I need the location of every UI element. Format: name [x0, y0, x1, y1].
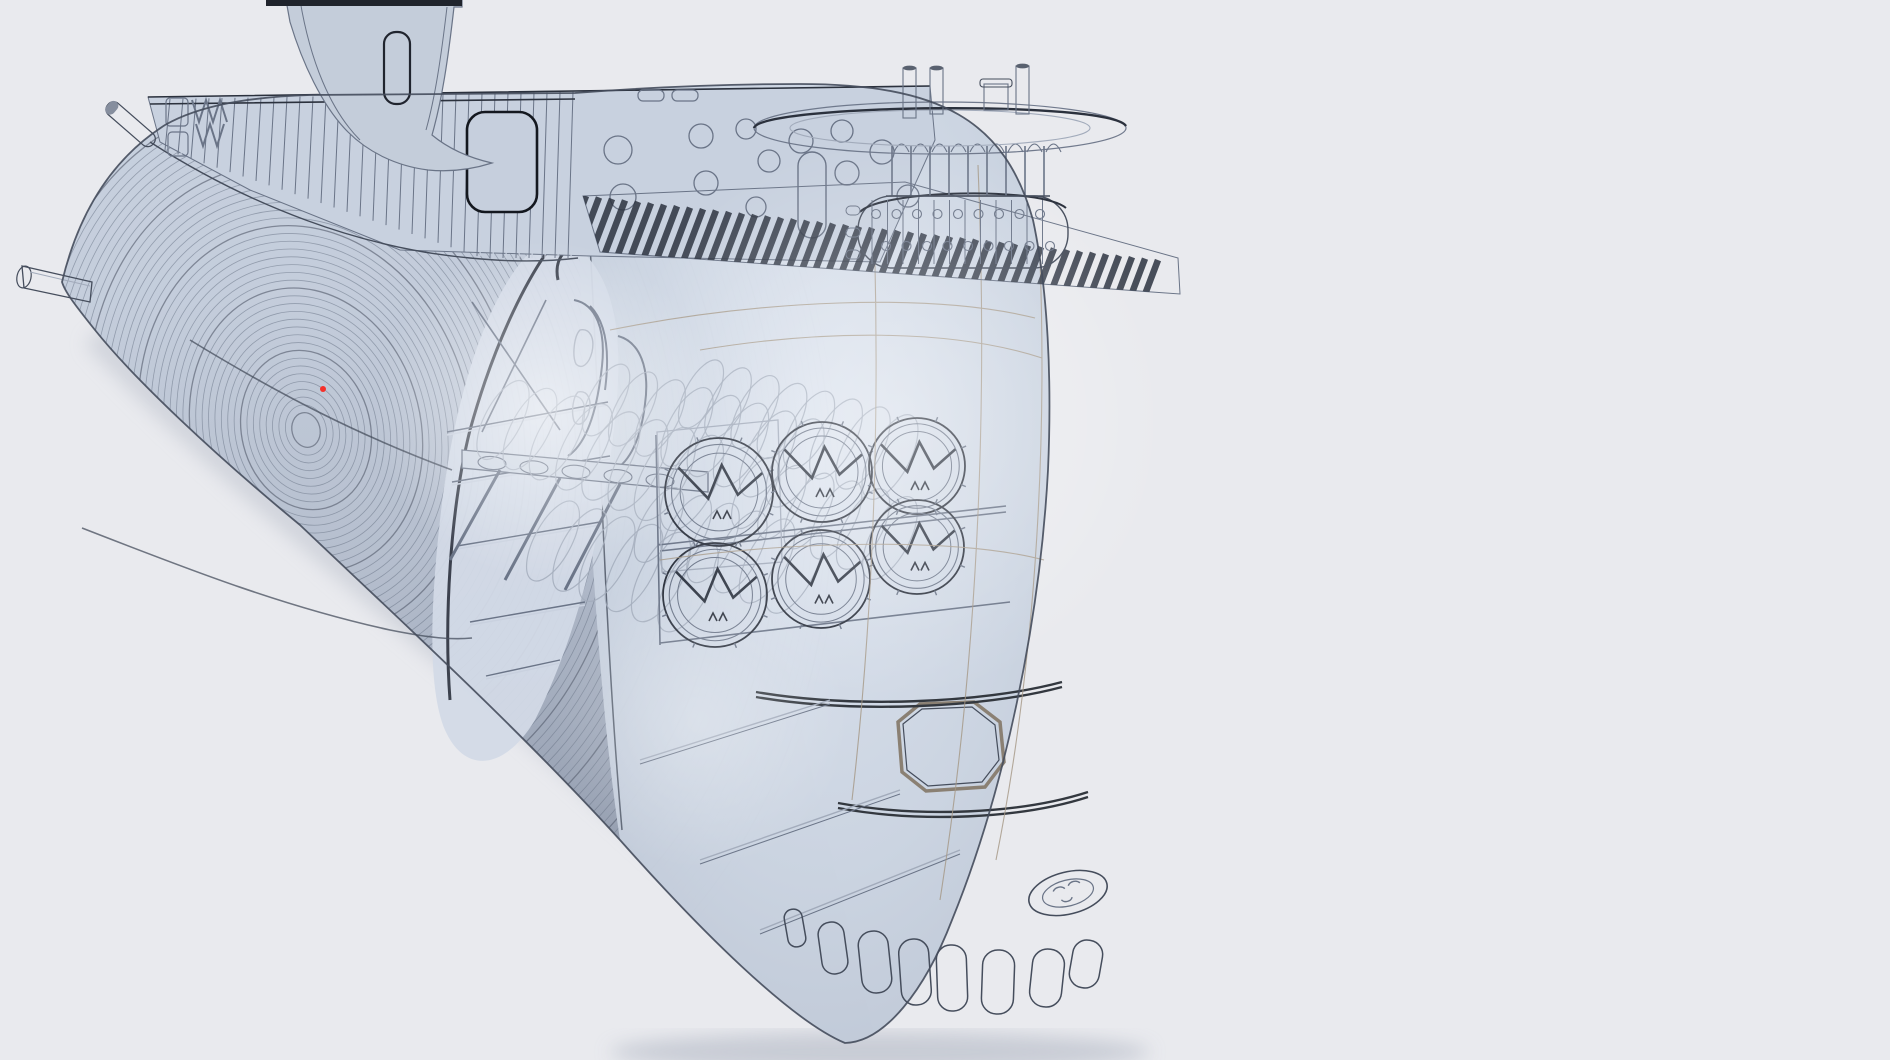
ground-shadow: [610, 1032, 1150, 1060]
flood-slot: [936, 944, 968, 1011]
cage-arch: [1008, 144, 1023, 152]
flood-slot: [1028, 947, 1066, 1008]
mast-cap: [930, 66, 943, 71]
sail-top-cut: [266, 0, 462, 6]
mast-cap: [903, 66, 916, 71]
snorkel-cap: [980, 79, 1012, 87]
submarine-render: [0, 0, 1890, 1060]
flood-slot: [1067, 938, 1105, 990]
flanged-opening: [1024, 863, 1112, 923]
selection-marker-dot: [320, 386, 326, 392]
mast: [1016, 66, 1029, 114]
snorkel-mast: [984, 84, 1008, 110]
lower-glow: [550, 570, 850, 870]
mast-cap: [1016, 64, 1029, 69]
flood-slot: [981, 949, 1015, 1014]
cad-viewport[interactable]: [0, 0, 1890, 1060]
